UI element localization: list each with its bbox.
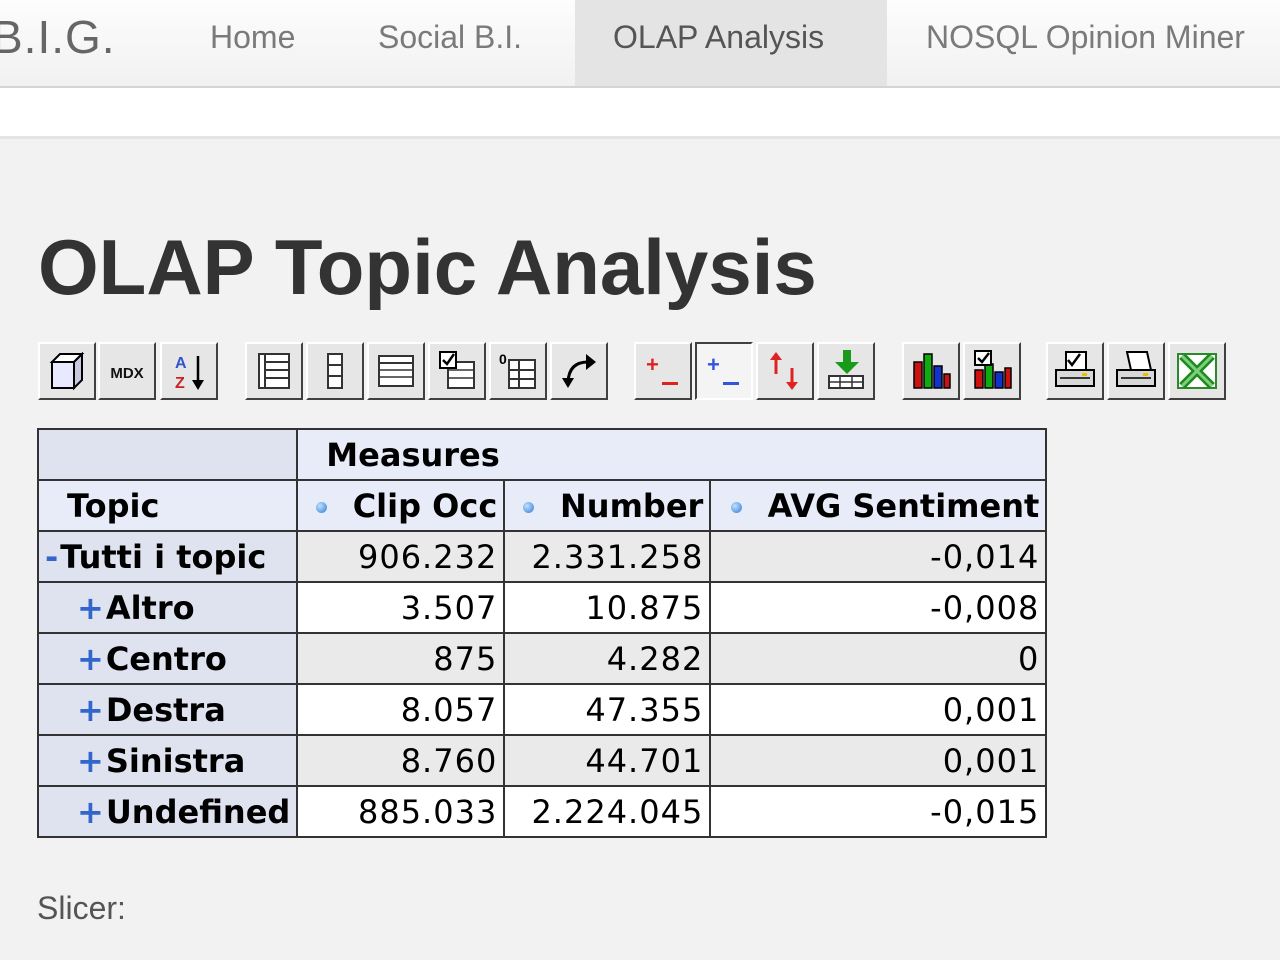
suppress-empty-icon xyxy=(439,351,475,389)
nav-item-olap-analysis[interactable]: OLAP Analysis xyxy=(575,0,887,86)
table-cell: 875 xyxy=(296,632,506,685)
olap-pivot-table: Measures Topic Clip Occ Number AVG Senti… xyxy=(36,428,1048,838)
table-row: +Altro 3.507 10.875 -0,008 xyxy=(36,581,1048,634)
expand-icon[interactable]: + xyxy=(77,640,104,678)
table-cell: 44.701 xyxy=(503,734,712,787)
chart-config-icon xyxy=(974,350,1012,389)
column-header-clip-occ[interactable]: Clip Occ xyxy=(296,479,506,532)
svg-text:+: + xyxy=(707,352,720,377)
row-header-tutti-i-topic[interactable]: -Tutti i topic xyxy=(36,530,299,583)
svg-text:MDX: MDX xyxy=(110,365,143,382)
row-header-centro[interactable]: +Centro xyxy=(36,632,299,685)
sort-column-icon[interactable] xyxy=(315,502,327,513)
expand-icon[interactable]: + xyxy=(77,691,104,729)
table-row: +Sinistra 8.760 44.701 0,001 xyxy=(36,734,1048,787)
svg-text:Z: Z xyxy=(175,375,185,392)
print-config-button[interactable] xyxy=(1046,342,1104,400)
top-navbar: B.I.G. Home Social B.I. OLAP Analysis NO… xyxy=(0,0,1280,88)
table-cell: 0 xyxy=(709,632,1048,685)
table-cell: -0,008 xyxy=(709,581,1048,634)
sort-column-icon[interactable] xyxy=(730,502,742,513)
collapse-icon[interactable]: - xyxy=(45,538,58,576)
show-chart-icon xyxy=(913,353,951,389)
table-cell: 10.875 xyxy=(503,581,712,634)
show-parents-icon xyxy=(258,353,290,389)
table-cell: 2.331.258 xyxy=(503,530,712,583)
row-header-undefined[interactable]: +Undefined xyxy=(36,785,299,838)
table-cell: 885.033 xyxy=(296,785,506,838)
hide-spans-icon xyxy=(327,353,343,389)
column-header-number[interactable]: Number xyxy=(503,479,712,532)
swap-axes-icon: 0 xyxy=(499,351,536,389)
table-corner-cell xyxy=(36,428,299,481)
rotate-axes-button[interactable] xyxy=(550,342,608,400)
table-cell: -0,014 xyxy=(709,530,1048,583)
excel-export-icon xyxy=(1177,353,1217,389)
show-chart-button[interactable] xyxy=(902,342,960,400)
show-parents-button[interactable] xyxy=(245,342,303,400)
drill-through-button[interactable] xyxy=(817,342,875,400)
table-cell: 3.507 xyxy=(296,581,506,634)
drill-replace-button[interactable] xyxy=(756,342,814,400)
svg-text:+: + xyxy=(646,352,659,377)
hide-spans-button[interactable] xyxy=(306,342,364,400)
table-row: +Undefined 885.033 2.224.045 -0,015 xyxy=(36,785,1048,838)
page-title: OLAP Topic Analysis xyxy=(38,223,817,311)
drill-through-icon xyxy=(828,350,864,389)
show-properties-icon xyxy=(378,355,414,387)
topic-dimension-header: Topic xyxy=(36,479,299,532)
sort-az-icon: A Z xyxy=(175,355,204,392)
table-row: -Tutti i topic 906.232 2.331.258 -0,014 xyxy=(36,530,1048,583)
sort-column-icon[interactable] xyxy=(523,502,534,513)
table-cell: 0,001 xyxy=(709,734,1048,787)
row-header-destra[interactable]: +Destra xyxy=(36,683,299,736)
rotate-axes-icon xyxy=(562,354,596,388)
nav-item-social-bi[interactable]: Social B.I. xyxy=(378,0,522,86)
table-cell: -0,015 xyxy=(709,785,1048,838)
show-properties-button[interactable] xyxy=(367,342,425,400)
table-cell: 8.057 xyxy=(296,683,506,736)
excel-export-button[interactable] xyxy=(1168,342,1226,400)
print-pdf-icon xyxy=(1116,351,1156,387)
table-cell: 2.224.045 xyxy=(503,785,712,838)
mdx-editor-button[interactable]: MDX xyxy=(98,342,156,400)
expand-icon[interactable]: + xyxy=(77,793,104,831)
suppress-empty-button[interactable] xyxy=(428,342,486,400)
drill-member-button[interactable]: + xyxy=(634,342,692,400)
table-row: +Centro 875 4.282 0 xyxy=(36,632,1048,685)
column-header-avg-sentiment[interactable]: AVG Sentiment xyxy=(709,479,1048,532)
row-header-sinistra[interactable]: +Sinistra xyxy=(36,734,299,787)
svg-text:A: A xyxy=(175,355,187,372)
mdx-editor-icon: MDX xyxy=(110,365,143,382)
sort-button[interactable]: A Z xyxy=(160,342,218,400)
cube-navigator-icon xyxy=(49,351,85,391)
measures-header: Measures xyxy=(296,428,1048,481)
nav-item-nosql-opinion-miner[interactable]: NOSQL Opinion Miner xyxy=(926,0,1245,86)
drill-member-icon: + xyxy=(646,352,678,385)
chart-config-button[interactable] xyxy=(963,342,1021,400)
print-config-icon xyxy=(1055,351,1095,387)
row-header-altro[interactable]: +Altro xyxy=(36,581,299,634)
drill-position-icon: + xyxy=(707,352,739,385)
expand-icon[interactable]: + xyxy=(77,742,104,780)
slicer-label: Slicer: xyxy=(37,890,126,926)
table-cell: 8.760 xyxy=(296,734,506,787)
swap-axes-button[interactable]: 0 xyxy=(489,342,547,400)
table-cell: 47.355 xyxy=(503,683,712,736)
brand-logo[interactable]: B.I.G. xyxy=(0,10,116,64)
sub-navbar xyxy=(0,88,1280,139)
table-cell: 4.282 xyxy=(503,632,712,685)
table-row: +Destra 8.057 47.355 0,001 xyxy=(36,683,1048,736)
nav-item-home[interactable]: Home xyxy=(210,0,295,86)
drill-position-button[interactable]: + xyxy=(695,342,753,400)
svg-text:0: 0 xyxy=(499,351,507,367)
cube-navigator-button[interactable] xyxy=(38,342,96,400)
drill-replace-icon xyxy=(770,352,798,390)
table-cell: 906.232 xyxy=(296,530,506,583)
print-pdf-button[interactable] xyxy=(1107,342,1165,400)
table-cell: 0,001 xyxy=(709,683,1048,736)
expand-icon[interactable]: + xyxy=(77,589,104,627)
